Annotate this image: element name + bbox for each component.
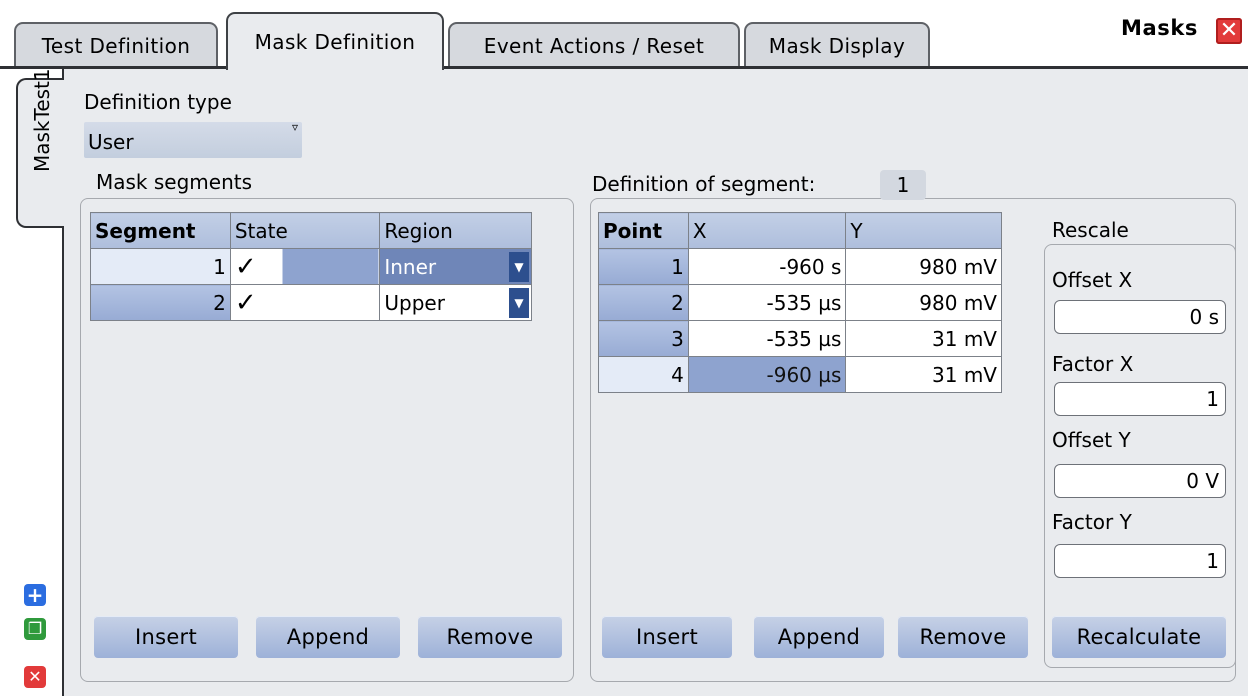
table-row[interactable]: 4 -960 µs 31 mV xyxy=(598,356,1002,393)
chevron-down-icon[interactable]: ▼ xyxy=(509,288,529,318)
table-row[interactable]: 2 -535 µs 980 mV xyxy=(598,284,1002,321)
mask-segments-title: Mask segments xyxy=(96,170,253,194)
point-y-cell[interactable]: 980 mV xyxy=(845,284,1002,321)
segment-number[interactable]: 1 xyxy=(90,248,231,285)
points-table: Point X Y 1 -960 s 980 mV 2 -535 µs 980 … xyxy=(598,212,1002,393)
region-value: Inner xyxy=(384,254,437,279)
point-insert-button[interactable]: Insert xyxy=(602,616,732,658)
point-y-cell[interactable]: 31 mV xyxy=(845,356,1002,393)
definition-type-select[interactable]: User ▿ xyxy=(84,120,302,158)
table-row[interactable]: 1 ✓ Inner ▼ xyxy=(90,248,532,285)
column-header-x: X xyxy=(687,212,847,249)
recalculate-button[interactable]: Recalculate xyxy=(1052,616,1226,658)
tab-label: Event Actions / Reset xyxy=(483,34,705,58)
segment-number[interactable]: 2 xyxy=(90,284,231,321)
definition-type-label: Definition type xyxy=(84,90,232,114)
table-row[interactable]: 1 -960 s 980 mV xyxy=(598,248,1002,285)
segment-definition-title: Definition of segment: xyxy=(592,172,816,196)
state-cell[interactable]: ✓ xyxy=(229,284,381,321)
tab-mask-definition[interactable]: Mask Definition xyxy=(226,12,444,70)
point-number[interactable]: 1 xyxy=(598,248,689,285)
offset-y-label: Offset Y xyxy=(1052,428,1131,452)
tab-mask-display[interactable]: Mask Display xyxy=(744,22,930,68)
column-header-region: Region xyxy=(379,212,532,249)
factor-x-label: Factor X xyxy=(1052,352,1134,376)
factor-x-field[interactable]: 1 xyxy=(1054,382,1226,416)
column-header-state: State xyxy=(229,212,381,249)
chevron-down-icon[interactable]: ▼ xyxy=(509,252,529,282)
factor-y-field[interactable]: 1 xyxy=(1054,544,1226,578)
point-number[interactable]: 2 xyxy=(598,284,689,321)
offset-y-field[interactable]: 0 V xyxy=(1054,464,1226,498)
tab-label: Test Definition xyxy=(41,34,191,58)
window-title: Masks xyxy=(1120,16,1198,40)
point-number[interactable]: 4 xyxy=(598,356,689,393)
state-cell[interactable]: ✓ xyxy=(229,248,381,285)
point-x-cell[interactable]: -535 µs xyxy=(687,320,847,357)
tab-label: Mask Definition xyxy=(254,30,416,54)
tab-label: Mask Display xyxy=(768,34,906,58)
factor-y-label: Factor Y xyxy=(1052,510,1132,534)
definition-type-value: User xyxy=(88,130,134,154)
point-y-cell[interactable]: 980 mV xyxy=(845,248,1002,285)
table-header-row: Point X Y xyxy=(598,212,1002,249)
tab-event-actions-reset[interactable]: Event Actions / Reset xyxy=(448,22,740,68)
point-x-cell-selected[interactable]: -960 µs xyxy=(687,356,847,393)
copy-icon[interactable]: ❐ xyxy=(24,618,46,640)
segment-insert-button[interactable]: Insert xyxy=(94,616,238,658)
column-header-segment: Segment xyxy=(90,212,231,249)
point-remove-button[interactable]: Remove xyxy=(898,616,1028,658)
close-icon[interactable]: ✕ xyxy=(1216,18,1242,44)
point-y-cell[interactable]: 31 mV xyxy=(845,320,1002,357)
side-tab-masktest1[interactable]: MaskTest1 xyxy=(16,68,64,228)
point-number[interactable]: 3 xyxy=(598,320,689,357)
region-value: Upper xyxy=(384,290,445,315)
offset-x-field[interactable]: 0 s xyxy=(1054,300,1226,334)
region-combo[interactable]: Upper ▼ xyxy=(379,284,532,321)
tab-test-definition[interactable]: Test Definition xyxy=(14,22,218,68)
segment-remove-button[interactable]: Remove xyxy=(418,616,562,658)
checkbox-checked-icon[interactable]: ✓ xyxy=(235,252,257,282)
add-icon[interactable]: + xyxy=(24,584,46,606)
column-header-point: Point xyxy=(598,212,689,249)
segments-table: Segment State Region 1 ✓ Inner ▼ 2 ✓ Upp… xyxy=(90,212,532,321)
table-row[interactable]: 3 -535 µs 31 mV xyxy=(598,320,1002,357)
segment-append-button[interactable]: Append xyxy=(256,616,400,658)
point-append-button[interactable]: Append xyxy=(754,616,884,658)
segment-number-display: 1 xyxy=(880,170,926,200)
checkbox-checked-icon[interactable]: ✓ xyxy=(235,288,257,318)
table-header-row: Segment State Region xyxy=(90,212,532,249)
table-row[interactable]: 2 ✓ Upper ▼ xyxy=(90,284,532,321)
dropdown-triangle-icon: ▿ xyxy=(291,120,298,134)
side-tab-label: MaskTest1 xyxy=(30,68,54,172)
delete-icon[interactable]: ✕ xyxy=(24,666,46,688)
point-x-cell[interactable]: -960 s xyxy=(687,248,847,285)
column-header-y: Y xyxy=(845,212,1002,249)
tab-baseline xyxy=(0,66,1248,69)
offset-x-label: Offset X xyxy=(1052,268,1133,292)
rescale-title: Rescale xyxy=(1052,218,1129,242)
region-combo[interactable]: Inner ▼ xyxy=(379,248,532,285)
point-x-cell[interactable]: -535 µs xyxy=(687,284,847,321)
